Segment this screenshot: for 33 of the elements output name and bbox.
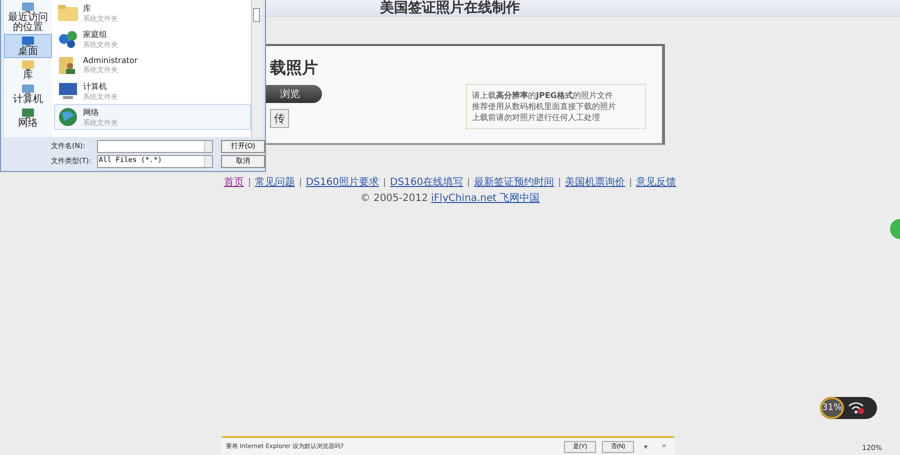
place-icon: [21, 59, 35, 71]
nav-place[interactable]: 桌面: [4, 34, 52, 58]
footer-link[interactable]: 意见反馈: [636, 175, 676, 189]
scrollbar[interactable]: [251, 0, 262, 137]
notice-text: 上载前请勿对照片进行任何人工处理: [472, 112, 601, 123]
footer-link[interactable]: 常见问题: [254, 175, 295, 189]
filename-field[interactable]: [96, 140, 214, 152]
place-icon: [21, 83, 35, 95]
wifi-icon: [848, 402, 864, 414]
place-icon: [21, 107, 35, 119]
nav-place[interactable]: 网络: [4, 106, 52, 130]
speed-widget[interactable]: 31%: [820, 397, 877, 419]
folder-item-icon: [57, 29, 79, 49]
notice-text: 请上载高分辨率的JPEG格式的照片文件: [472, 90, 614, 101]
folder-item-icon: [57, 107, 79, 127]
nav-place[interactable]: 最近访问的位置: [4, 0, 52, 34]
notice-text: 推荐使用从数码相机里面直接下载的照片: [472, 101, 617, 112]
nav-place[interactable]: 库: [4, 58, 52, 82]
site-link[interactable]: iFlyChina.net 飞网中国: [431, 193, 540, 204]
footer-link[interactable]: 首页: [224, 175, 244, 189]
upload-button[interactable]: 传: [270, 109, 289, 128]
folder-item-icon: [57, 81, 79, 101]
place-icon: [21, 1, 35, 13]
folder-item-icon: [57, 3, 79, 23]
footer-link[interactable]: 最新签证预约时间: [474, 175, 554, 189]
footer-link[interactable]: 美国机票询价: [565, 175, 626, 189]
section-heading: 载照片: [270, 58, 318, 79]
page-title: 美国签证照片在线制作: [380, 0, 520, 16]
footer-link[interactable]: DS160照片要求: [306, 175, 379, 189]
footer-link[interactable]: DS160在线填写: [390, 175, 464, 189]
place-icon: [21, 35, 35, 47]
copyright-text: © 2005-2012 iFlyChina.net 飞网中国: [360, 192, 540, 205]
nav-place[interactable]: 计算机: [4, 82, 52, 106]
